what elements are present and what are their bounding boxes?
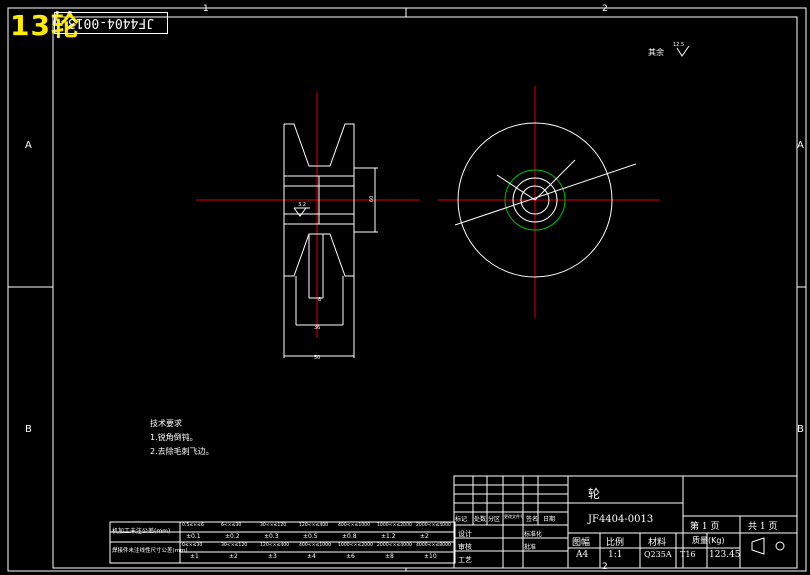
tol-row1-label: 机加工未注公差(mm) — [112, 528, 171, 535]
zone-row-b-left: B — [25, 424, 32, 435]
drawing-number: JF4404-0013 — [588, 514, 654, 525]
zone-col-2-bottom: 2 — [602, 562, 608, 572]
zone-col-2-top: 2 — [602, 4, 608, 14]
zone-row-b-right: B — [797, 424, 804, 435]
tol-cell: ±0.3 — [264, 533, 279, 540]
tol-cell: 6<×≤30 — [221, 523, 242, 528]
sign-row-review: 审核 — [458, 543, 472, 551]
tol-cell: ±1.2 — [381, 533, 396, 540]
tol-cell: 0.5≤×≤6 — [182, 523, 204, 528]
tol-row2-label: 焊接件未注线性尺寸公差(mm) — [112, 548, 188, 554]
zone-row-a-left: A — [25, 140, 32, 151]
scale-label: 比例 — [606, 538, 625, 548]
rev-header-count: 处数 — [474, 516, 487, 523]
tol-cell: ±4 — [307, 553, 316, 560]
tech-req-title: 技术要求 — [150, 419, 182, 428]
tol-cell: ±3 — [268, 553, 277, 560]
tol-cell: ±0.5 — [303, 533, 318, 540]
tol-cell: 0≤×≤30 — [182, 543, 203, 548]
rev-header-zone: 分区 — [488, 516, 501, 523]
rev-header-sign: 签名 — [526, 516, 539, 523]
scale-value: 1:1 — [608, 550, 623, 560]
zone-col-1-top: 1 — [203, 4, 209, 14]
sign-row-design: 设计 — [458, 530, 472, 538]
sign-col-approve: 批准 — [524, 544, 537, 551]
tol-cell: 120<×≤400 — [260, 543, 290, 548]
tol-cell: ±0.2 — [225, 533, 240, 540]
upside-down-drawing-number: JF4404-0013 — [54, 12, 168, 34]
cad-drawing: 8 36 50 60 — [7, 7, 807, 572]
size-label: 图幅 — [572, 538, 591, 548]
tol-cell: 2000<×≤4000 — [416, 523, 451, 528]
tol-cell: ±2 — [420, 533, 429, 540]
tol-cell: 400<×≤1000 — [299, 543, 332, 548]
svg-text:36: 36 — [314, 325, 320, 331]
svg-text:8: 8 — [318, 297, 321, 303]
svg-text:50: 50 — [314, 355, 320, 361]
tol-cell: ±1 — [190, 553, 199, 560]
blank-value: T16 — [680, 550, 696, 559]
tol-cell: ±10 — [424, 553, 437, 560]
tol-cell: 120<×≤400 — [299, 523, 329, 528]
tol-cell: 400<×≤1000 — [338, 523, 371, 528]
material-label: 材料 — [648, 538, 667, 548]
tol-cell: ±6 — [346, 553, 355, 560]
rev-header-doc: 更改文件号 — [504, 514, 524, 519]
tech-req-item-1: 1.锐角倒钝。 — [150, 433, 198, 442]
sheet-total: 共 1 页 — [748, 522, 778, 532]
part-name: 轮 — [588, 487, 601, 501]
mass-value: 123.45 — [709, 550, 741, 560]
tol-cell: 30<×≤120 — [260, 523, 287, 528]
tol-cell: 30<×≤120 — [221, 543, 248, 548]
tol-cell: ±2 — [229, 553, 238, 560]
tol-row2-ranges: 0≤×≤30 30<×≤120 120<×≤400 400<×≤1000 100… — [182, 543, 454, 548]
svg-text:60: 60 — [369, 196, 375, 202]
tol-cell: 2000<×≤4000 — [377, 543, 412, 548]
tol-cell: ±0.8 — [342, 533, 357, 540]
roughness-note-label: 其余 — [648, 48, 664, 57]
tol-row2-values: ±1 ±2 ±3 ±4 ±6 ±8 ±10 — [190, 553, 456, 560]
material-value: Q235A — [644, 550, 672, 559]
mass-label: 质量(Kg) — [692, 536, 725, 545]
size-value: A4 — [576, 550, 589, 560]
tol-cell: 1000<×≤2000 — [377, 523, 412, 528]
sheet-border — [7, 7, 807, 572]
tol-cell: 4000<×≤8000 — [416, 543, 451, 548]
rev-header-date: 日期 — [543, 516, 556, 523]
zone-row-a-right: A — [797, 140, 804, 151]
tol-row1-values: ±0.1 ±0.2 ±0.3 ±0.5 ±0.8 ±1.2 ±2 — [186, 533, 456, 540]
roughness-symbol-icon — [676, 46, 690, 57]
tol-cell: ±8 — [385, 553, 394, 560]
drawing-frame — [52, 16, 798, 569]
tol-row1-ranges: 0.5≤×≤6 6<×≤30 30<×≤120 120<×≤400 400<×≤… — [182, 523, 454, 528]
tol-cell: ±0.1 — [186, 533, 201, 540]
rev-header-mark: 标记 — [455, 516, 468, 523]
sign-row-process: 工艺 — [458, 556, 472, 564]
tech-req-item-2: 2.去除毛刺飞边。 — [150, 447, 214, 456]
sign-col-standard: 标准化 — [524, 531, 543, 538]
sheet-number: 第 1 页 — [690, 522, 720, 532]
tol-cell: 1000<×≤2000 — [338, 543, 373, 548]
front-view — [438, 86, 660, 318]
section-roughness-value: 3.2 — [298, 202, 306, 208]
section-view — [196, 92, 420, 358]
